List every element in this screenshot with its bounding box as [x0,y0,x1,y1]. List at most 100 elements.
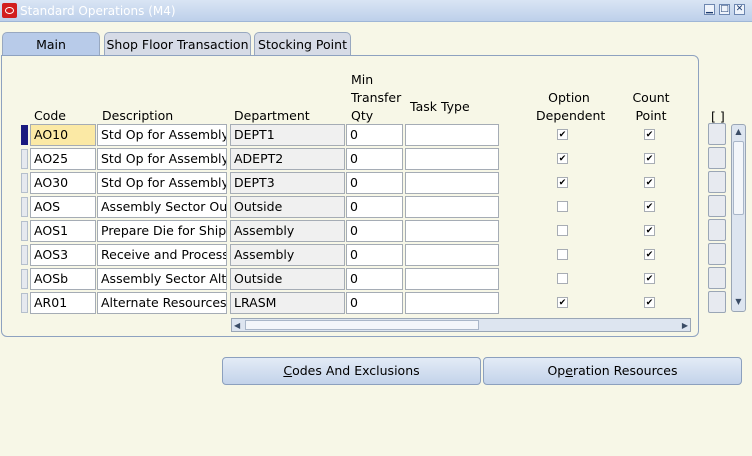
department-field[interactable]: DEPT1 [230,124,345,146]
row-descriptive-flexfield[interactable] [708,291,726,313]
description-field[interactable]: Receive and Process [97,244,227,266]
header-count-line2: Point [635,108,667,123]
count-point-checkbox[interactable] [644,153,655,164]
description-field[interactable]: Alternate Resources C [97,292,227,314]
minimize-button[interactable]: ▁ [704,4,715,15]
codes-button-mnemonic: C [283,363,293,378]
code-field[interactable]: AO10 [30,124,96,146]
code-field[interactable]: AR01 [30,292,96,314]
option-dependent-checkbox[interactable] [557,273,568,284]
codes-button-label: odes And Exclusions [292,363,420,378]
min-transfer-qty-field[interactable]: 0 [346,292,403,314]
department-field[interactable]: Assembly [230,244,345,266]
count-point-checkbox[interactable] [644,273,655,284]
task-type-field[interactable] [405,220,499,242]
task-type-field[interactable] [405,244,499,266]
department-field[interactable]: Assembly [230,220,345,242]
description-field[interactable]: Assembly Sector Alte [97,268,227,290]
code-field[interactable]: AOSb [30,268,96,290]
vertical-scrollbar[interactable]: ▲ ▼ [731,124,746,312]
header-task-type: Task Type [410,99,470,114]
row-selector[interactable] [21,269,28,289]
row-descriptive-flexfield[interactable] [708,147,726,169]
row-selector[interactable] [21,197,28,217]
horizontal-scroll-thumb[interactable] [245,320,479,330]
row-selector[interactable] [21,149,28,169]
code-field[interactable]: AO25 [30,148,96,170]
count-point-checkbox[interactable] [644,297,655,308]
code-field[interactable]: AO30 [30,172,96,194]
code-field[interactable]: AOS [30,196,96,218]
min-transfer-qty-field[interactable]: 0 [346,244,403,266]
scroll-up-icon[interactable]: ▲ [734,127,743,136]
min-transfer-qty-field[interactable]: 0 [346,268,403,290]
task-type-field[interactable] [405,268,499,290]
scroll-left-icon[interactable]: ◀ [234,320,240,331]
min-transfer-qty-field[interactable]: 0 [346,124,403,146]
row-descriptive-flexfield[interactable] [708,123,726,145]
count-point-checkbox[interactable] [644,201,655,212]
row-descriptive-flexfield[interactable] [708,243,726,265]
header-min-line3: Qty [351,108,374,123]
count-point-checkbox[interactable] [644,225,655,236]
task-type-field[interactable] [405,196,499,218]
row-selector[interactable] [21,293,28,313]
min-transfer-qty-field[interactable]: 0 [346,220,403,242]
header-option-line2: Dependent [536,108,606,123]
row-descriptive-flexfield[interactable] [708,195,726,217]
count-point-checkbox[interactable] [644,249,655,260]
close-button[interactable]: ✕ [734,4,745,15]
description-field[interactable]: Std Op for AssemblyA [97,172,227,194]
department-field[interactable]: Outside [230,268,345,290]
vertical-scroll-thumb[interactable] [733,141,744,215]
department-field[interactable]: Outside [230,196,345,218]
horizontal-scrollbar[interactable]: ◀ ▶ [231,318,691,332]
header-description: Description [102,108,174,123]
option-dependent-checkbox[interactable] [557,153,568,164]
task-type-field[interactable] [405,148,499,170]
option-dependent-checkbox[interactable] [557,177,568,188]
department-field[interactable]: LRASM [230,292,345,314]
row-selector[interactable] [21,173,28,193]
option-dependent-checkbox[interactable] [557,297,568,308]
department-field[interactable]: DEPT3 [230,172,345,194]
row-descriptive-flexfield[interactable] [708,219,726,241]
row-selector[interactable] [21,221,28,241]
row-selector[interactable] [21,125,28,145]
count-point-checkbox[interactable] [644,129,655,140]
task-type-field[interactable] [405,172,499,194]
min-transfer-qty-field[interactable]: 0 [346,148,403,170]
oracle-app-icon [2,3,17,18]
tab-main[interactable]: Main [2,32,100,56]
code-field[interactable]: AOS3 [30,244,96,266]
title-bar: Standard Operations (M4) ▁ □ ✕ [0,0,752,22]
row-descriptive-flexfield[interactable] [708,171,726,193]
maximize-button[interactable]: □ [719,4,730,15]
option-dependent-checkbox[interactable] [557,249,568,260]
min-transfer-qty-field[interactable]: 0 [346,172,403,194]
task-type-field[interactable] [405,124,499,146]
tab-shop-floor-transaction[interactable]: Shop Floor Transaction [104,32,251,55]
min-transfer-qty-field[interactable]: 0 [346,196,403,218]
description-field[interactable]: Std Op for AssemblyA [97,124,227,146]
option-dependent-checkbox[interactable] [557,225,568,236]
row-selector[interactable] [21,245,28,265]
count-point-checkbox[interactable] [644,177,655,188]
option-dependent-checkbox[interactable] [557,201,568,212]
department-field[interactable]: ADEPT2 [230,148,345,170]
description-field[interactable]: Prepare Die for Shipm [97,220,227,242]
scroll-down-icon[interactable]: ▼ [734,297,743,306]
task-type-field[interactable] [405,292,499,314]
description-field[interactable]: Std Op for AssemblyA [97,148,227,170]
row-descriptive-flexfield[interactable] [708,267,726,289]
codes-and-exclusions-button[interactable]: Codes And Exclusions [222,357,481,385]
option-dependent-checkbox[interactable] [557,129,568,140]
resources-button-mnemonic: e [565,363,573,378]
code-field[interactable]: AOS1 [30,220,96,242]
tab-stocking-point[interactable]: Stocking Point [254,32,351,55]
resources-button-label-start: Op [547,363,566,378]
scroll-right-icon[interactable]: ▶ [682,320,688,331]
operation-resources-button[interactable]: Operation Resources [483,357,742,385]
header-min-line2: Transfer [351,90,402,105]
description-field[interactable]: Assembly Sector Out [97,196,227,218]
